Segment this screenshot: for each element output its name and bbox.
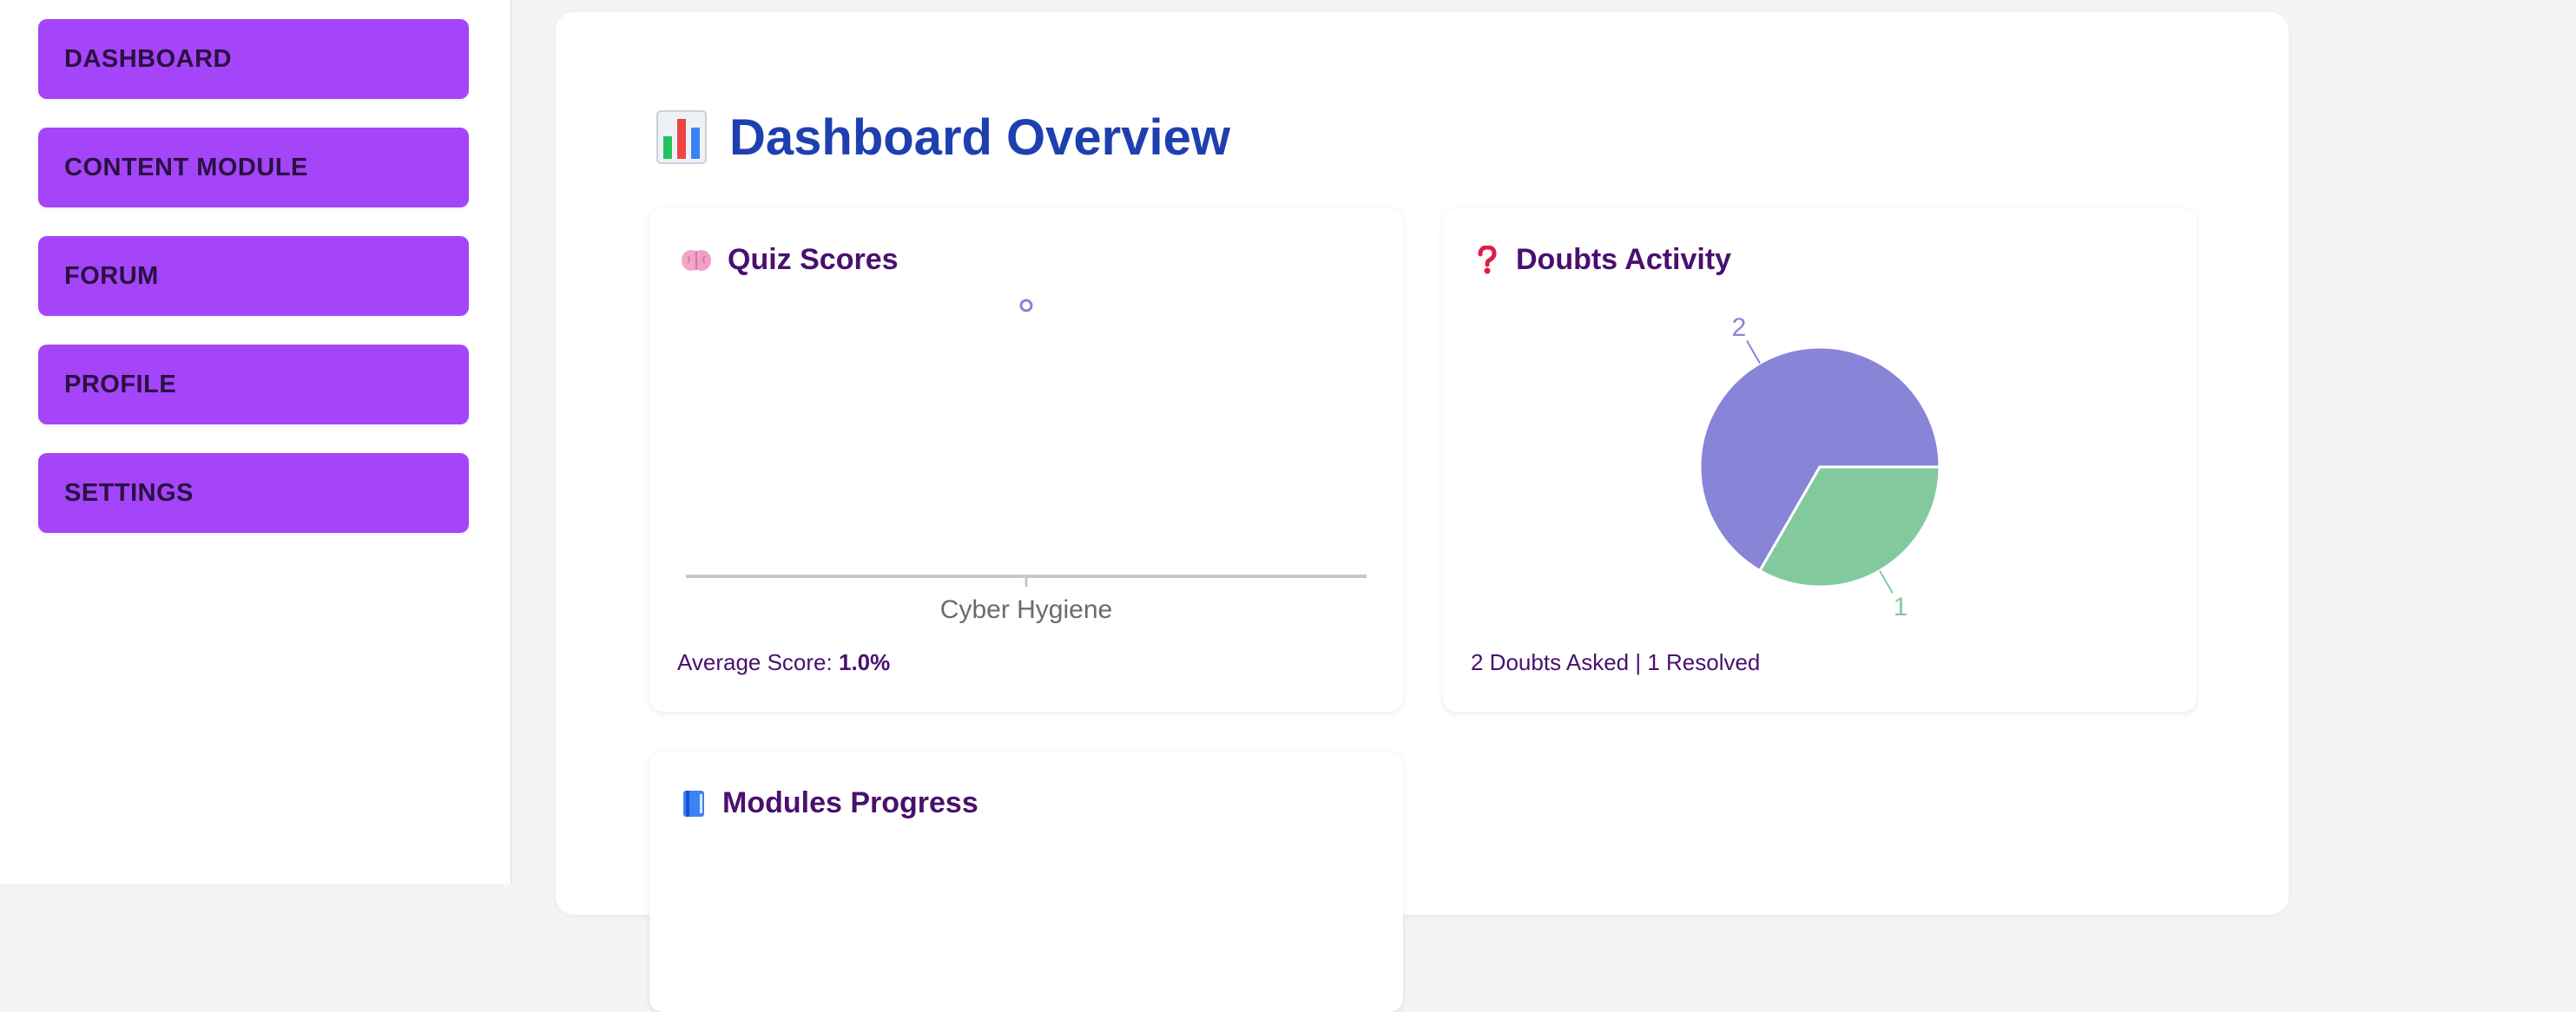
pie-label-line [1879, 570, 1894, 594]
sidebar-item-settings[interactable]: SETTINGS [38, 453, 469, 533]
modules-card-title-text: Modules Progress [722, 786, 978, 819]
pie-slice-label: 2 [1732, 313, 1747, 342]
sidebar: DASHBOARD CONTENT MODULE FORUM PROFILE S… [0, 0, 512, 884]
doubts-activity-chart: 21 [1698, 313, 1941, 621]
quiz-card-footer: Average Score: 1.0% [677, 649, 890, 676]
bar-chart-icon [656, 110, 707, 164]
doubts-activity-card: Doubts Activity 21 2 Doubts Asked | 1 Re… [1443, 208, 2197, 712]
pie-label-line [1746, 340, 1761, 364]
book-icon [683, 790, 704, 817]
sidebar-item-profile[interactable]: PROFILE [38, 345, 469, 424]
sidebar-item-content-module[interactable]: CONTENT MODULE [38, 128, 469, 207]
modules-card-title: Modules Progress [681, 786, 978, 820]
quiz-scores-card: Quiz Scores Cyber Hygiene Average Score:… [649, 208, 1403, 712]
doubts-card-footer: 2 Doubts Asked | 1 Resolved [1471, 649, 1761, 675]
page-title: Dashboard Overview [656, 102, 1230, 172]
average-score-label: Average Score: [677, 649, 833, 675]
sidebar-item-forum[interactable]: FORUM [38, 236, 469, 316]
quiz-scores-chart: Cyber Hygiene [686, 299, 1367, 624]
x-axis-tick-label: Cyber Hygiene [940, 595, 1112, 624]
scatter-point [1019, 299, 1033, 312]
sidebar-item-dashboard[interactable]: DASHBOARD [38, 19, 469, 99]
modules-progress-card: Modules Progress [649, 752, 1403, 1012]
pie-slice-label: 1 [1894, 593, 1908, 621]
page-title-text: Dashboard Overview [729, 108, 1230, 166]
average-score-value: 1.0% [838, 649, 891, 675]
